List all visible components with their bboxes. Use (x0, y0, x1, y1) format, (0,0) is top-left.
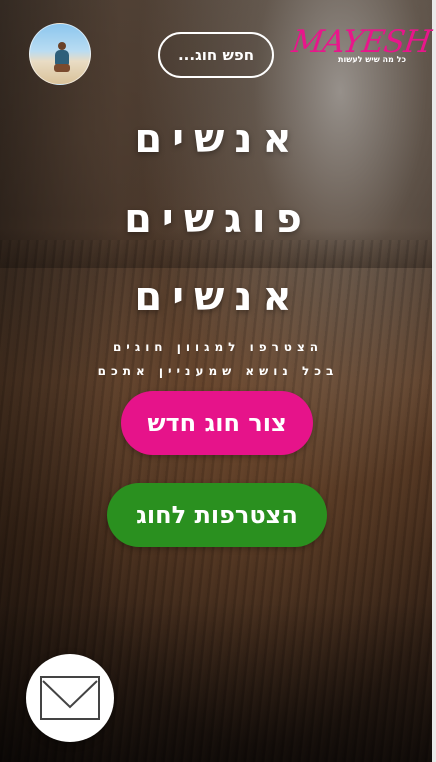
envelope-icon (40, 676, 100, 720)
headline-line-2: פוגשים (124, 196, 312, 242)
join-club-button[interactable]: הצטרפות לחוג (107, 483, 327, 547)
subtitle-line-2: בכל נושא שמעניין אתכם (97, 364, 339, 378)
create-club-button[interactable]: צור חוג חדש (121, 391, 313, 455)
logo[interactable]: MAYESH כל מה שיש לעשות (289, 24, 432, 68)
join-club-label: הצטרפות לחוג (136, 501, 298, 529)
headline-line-3: אנשים (134, 274, 302, 320)
headline-line-1: אנשים (134, 116, 302, 162)
mail-button[interactable] (26, 654, 114, 742)
home-page: חפש חוג... MAYESH כל מה שיש לעשות אנשים … (0, 0, 436, 762)
search-club-label: חפש חוג... (177, 46, 255, 64)
create-club-label: צור חוג חדש (147, 409, 287, 437)
avatar-figure-head (58, 42, 66, 50)
avatar[interactable] (29, 23, 91, 85)
search-club-button[interactable]: חפש חוג... (158, 32, 274, 78)
scrollbar-track[interactable] (432, 0, 436, 762)
logo-tagline: כל מה שיש לעשות (338, 55, 406, 64)
subtitle-line-1: הצטרפו למגוון חוגים (112, 340, 324, 354)
avatar-figure-legs (54, 64, 70, 72)
